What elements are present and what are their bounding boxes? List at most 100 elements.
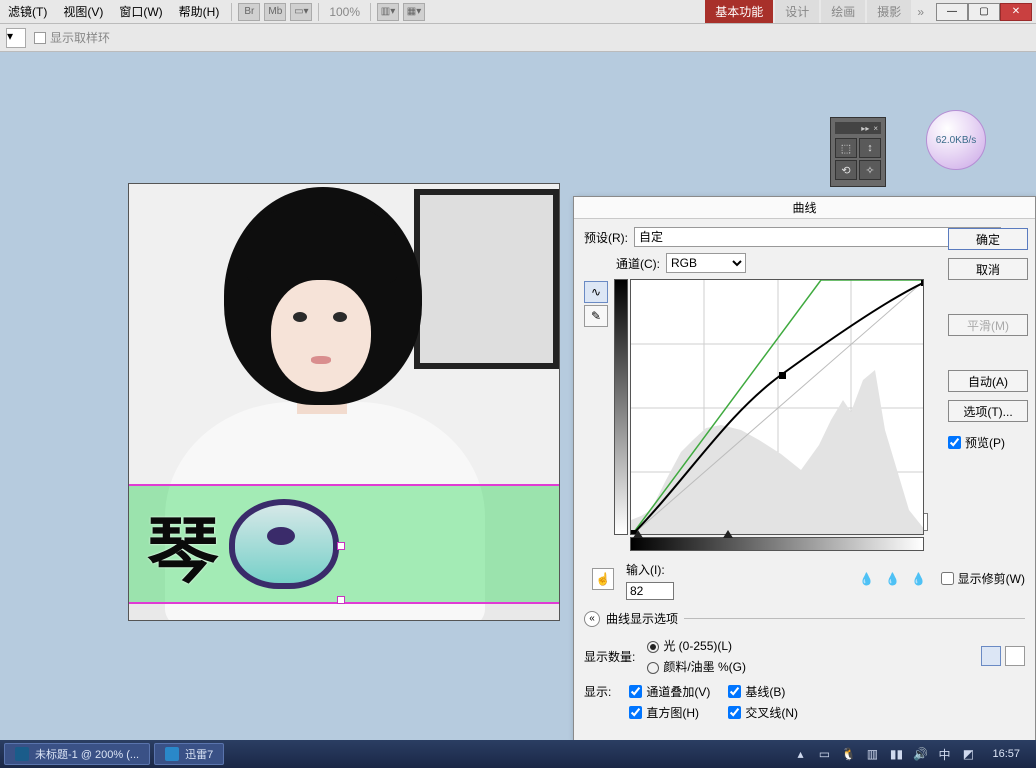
channel-select[interactable]: RGB xyxy=(666,253,746,273)
show-clipping-checkbox[interactable]: 显示修剪(W) xyxy=(941,570,1025,587)
taskbar-item-photoshop[interactable]: 未标题-1 @ 200% (... xyxy=(4,743,150,765)
show-sample-ring-label: 显示取样环 xyxy=(50,29,110,46)
separator xyxy=(370,3,371,21)
amount-pigment-radio[interactable]: 颜料/油墨 %(G) xyxy=(647,658,746,675)
maximize-button[interactable]: ▢ xyxy=(968,3,1000,21)
tools-panel[interactable]: ▸▸ × ⬚↕ ⟲✧ xyxy=(830,117,886,187)
zoom-percent[interactable]: 100% xyxy=(329,5,360,19)
curves-button-column: 确定 取消 平滑(M) 自动(A) 选项(T)... 预览(P) xyxy=(948,228,1028,451)
tray-volume-icon[interactable]: 🔊 xyxy=(912,746,928,762)
gray-eyedropper-icon[interactable]: 💧 xyxy=(883,569,903,589)
taskbar-item-label: 未标题-1 @ 200% (... xyxy=(35,746,139,762)
checkbox-icon xyxy=(728,706,741,719)
arrange-docs-icon[interactable]: ▥▾ xyxy=(377,3,399,21)
collapse-icon[interactable]: ▸▸ xyxy=(861,124,869,133)
window-controls: — ▢ ✕ xyxy=(936,3,1032,21)
menu-view[interactable]: 视图(V) xyxy=(55,3,111,20)
minimize-button[interactable]: — xyxy=(936,3,968,21)
bridge-icon[interactable]: Br xyxy=(238,3,260,21)
preset-select[interactable]: 自定 xyxy=(634,227,1001,247)
marquee-tool-icon[interactable]: ⬚ xyxy=(835,138,857,158)
cb-baseline-label: 基线(B) xyxy=(745,683,785,700)
mid-point-slider[interactable] xyxy=(723,530,733,538)
checkbox-icon xyxy=(629,685,642,698)
curve-point-tool-icon[interactable]: ∿ xyxy=(584,281,608,303)
lasso-tool-icon[interactable]: ⟲ xyxy=(835,160,857,180)
workspace-painting[interactable]: 绘画 xyxy=(821,0,865,23)
curve-pencil-tool-icon[interactable]: ✎ xyxy=(584,305,608,327)
wand-tool-icon[interactable]: ✧ xyxy=(859,160,881,180)
checkbox-icon xyxy=(941,572,954,585)
document-canvas[interactable]: 琴 xyxy=(128,183,560,621)
move-tool-icon[interactable]: ↕ xyxy=(859,138,881,158)
taskbar: 未标题-1 @ 200% (... 迅雷7 ▴ ▭ 🐧 ▥ ▮▮ 🔊 中 ◩ 1… xyxy=(0,740,1036,768)
tool-preset-dropdown[interactable]: ▾ xyxy=(6,28,26,48)
section-toggle-icon[interactable]: « xyxy=(584,611,600,627)
menu-help[interactable]: 帮助(H) xyxy=(171,3,228,20)
options-button[interactable]: 选项(T)... xyxy=(948,400,1028,422)
photo-placeholder: 琴 xyxy=(129,184,559,620)
on-image-adjust-icon[interactable]: ☝ xyxy=(592,568,614,590)
black-eyedropper-icon[interactable]: 💧 xyxy=(857,569,877,589)
close-icon[interactable]: × xyxy=(873,124,878,133)
black-point-slider[interactable] xyxy=(633,530,643,538)
network-speed-widget[interactable]: 62.0KB/s xyxy=(926,110,986,170)
cb-histogram-label: 直方图(H) xyxy=(646,704,699,721)
menu-filter[interactable]: 滤镜(T) xyxy=(0,3,55,20)
workspace-photography[interactable]: 摄影 xyxy=(867,0,911,23)
workspace-essentials[interactable]: 基本功能 xyxy=(705,0,773,23)
preview-checkbox[interactable]: 预览(P) xyxy=(948,434,1028,451)
input-input[interactable] xyxy=(626,582,674,600)
photoshop-icon xyxy=(15,747,29,761)
tray-monitor-icon[interactable]: ▭ xyxy=(816,746,832,762)
show-label: 显示: xyxy=(584,683,611,700)
transform-handle[interactable] xyxy=(337,542,345,550)
checkbox-icon xyxy=(728,685,741,698)
ok-button[interactable]: 确定 xyxy=(948,228,1028,250)
amount-light-radio[interactable]: 光 (0-255)(L) xyxy=(647,637,746,654)
cb-channel-overlay[interactable]: 通道叠加(V) xyxy=(629,683,710,700)
tray-ime-icon[interactable]: 中 xyxy=(936,746,952,762)
show-sample-ring-checkbox[interactable]: 显示取样环 xyxy=(34,29,110,46)
amount-light-label: 光 (0-255)(L) xyxy=(663,639,732,653)
cb-histogram[interactable]: 直方图(H) xyxy=(629,704,710,721)
screen-mode-icon[interactable]: ▭▾ xyxy=(290,3,312,21)
taskbar-item-thunder[interactable]: 迅雷7 xyxy=(154,743,224,765)
cb-intersection-label: 交叉线(N) xyxy=(745,704,798,721)
cancel-button[interactable]: 取消 xyxy=(948,258,1028,280)
grid-fine-icon[interactable] xyxy=(1005,646,1025,666)
workspace-design[interactable]: 设计 xyxy=(775,0,819,23)
selection-overlay[interactable]: 琴 xyxy=(129,484,559,604)
overlay-text: 琴 xyxy=(147,492,219,597)
curves-title: 曲线 xyxy=(574,197,1035,219)
separator xyxy=(231,3,232,21)
radio-icon xyxy=(647,641,659,653)
taskbar-clock[interactable]: 16:57 xyxy=(984,748,1028,760)
input-gradient[interactable] xyxy=(630,537,924,551)
tray-qq-icon[interactable]: 🐧 xyxy=(840,746,856,762)
auto-button[interactable]: 自动(A) xyxy=(948,370,1028,392)
overlay-cartoon-shape xyxy=(229,499,339,589)
grid-coarse-icon[interactable] xyxy=(981,646,1001,666)
tray-app-icon[interactable]: ◩ xyxy=(960,746,976,762)
menu-window[interactable]: 窗口(W) xyxy=(111,3,170,20)
white-eyedropper-icon[interactable]: 💧 xyxy=(909,569,929,589)
tray-display-icon[interactable]: ▥ xyxy=(864,746,880,762)
curves-svg xyxy=(631,280,924,535)
tray-signal-icon[interactable]: ▮▮ xyxy=(888,746,904,762)
curves-graph[interactable] xyxy=(630,279,924,535)
extras-icon[interactable]: ▦▾ xyxy=(403,3,425,21)
smooth-button[interactable]: 平滑(M) xyxy=(948,314,1028,336)
transform-handle[interactable] xyxy=(337,596,345,604)
cb-intersection[interactable]: 交叉线(N) xyxy=(728,704,798,721)
close-button[interactable]: ✕ xyxy=(1000,3,1032,21)
menu-bar: 滤镜(T) 视图(V) 窗口(W) 帮助(H) Br Mb ▭▾ 100% ▥▾… xyxy=(0,0,1036,24)
checkbox-icon xyxy=(948,436,961,449)
tray-expand-icon[interactable]: ▴ xyxy=(792,746,808,762)
tools-panel-header[interactable]: ▸▸ × xyxy=(835,122,881,134)
minibridge-icon[interactable]: Mb xyxy=(264,3,286,21)
workspace-more-icon[interactable]: » xyxy=(913,5,928,19)
cb-baseline[interactable]: 基线(B) xyxy=(728,683,798,700)
eyedropper-group: 💧 💧 💧 xyxy=(857,569,929,589)
checkbox-icon xyxy=(34,32,46,44)
